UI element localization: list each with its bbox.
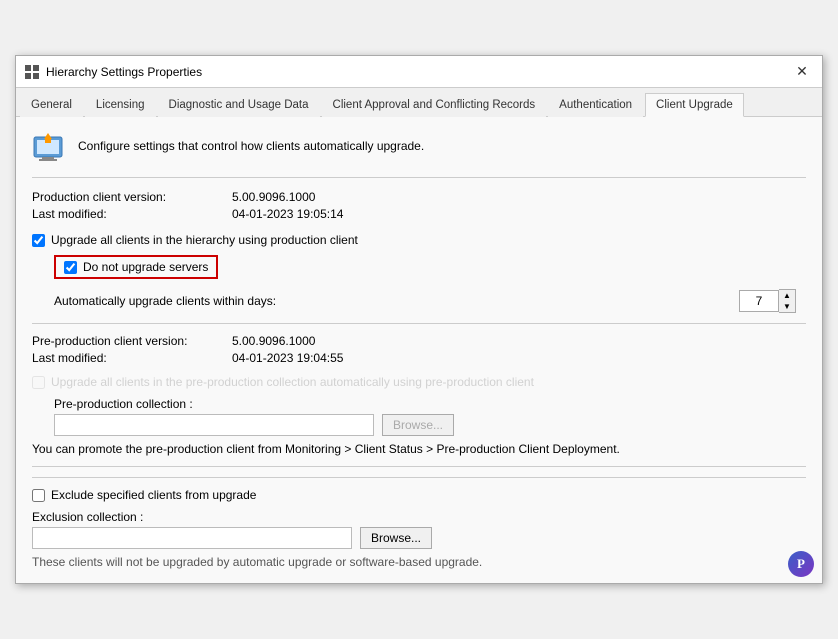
preprod-collection-label: Pre-production collection : [54,397,806,411]
exclude-section: Exclude specified clients from upgrade E… [32,477,806,569]
preprod-browse-button[interactable]: Browse... [382,414,454,436]
tab-licensing[interactable]: Licensing [85,93,156,117]
upgrade-all-label[interactable]: Upgrade all clients in the hierarchy usi… [51,233,358,247]
preprod-collection-input-row: Browse... [54,414,806,436]
pre-production-info: Pre-production client version: 5.00.9096… [32,334,806,365]
prod-version-label: Production client version: [32,190,232,204]
content-area: Configure settings that control how clie… [16,117,822,583]
exclusion-input-row: Browse... [32,527,806,549]
divider-1 [32,323,806,324]
exclude-clients-checkbox[interactable] [32,489,45,502]
days-input[interactable] [739,290,779,312]
main-window: Hierarchy Settings Properties ✕ General … [15,55,823,584]
exclusion-browse-button[interactable]: Browse... [360,527,432,549]
preprod-modified-label: Last modified: [32,351,232,365]
auto-upgrade-label: Automatically upgrade clients within day… [54,294,276,308]
preprod-upgrade-label: Upgrade all clients in the pre-productio… [51,375,534,389]
preprod-version-label: Pre-production client version: [32,334,232,348]
upgrade-all-checkbox[interactable] [32,234,45,247]
title-bar: Hierarchy Settings Properties ✕ [16,56,822,88]
spinner-buttons: ▲ ▼ [779,289,796,313]
description-row: Configure settings that control how clie… [32,131,806,178]
divider-2 [32,466,806,467]
exclude-clients-row: Exclude specified clients from upgrade [32,488,806,502]
do-not-upgrade-servers-checkbox[interactable] [64,261,77,274]
spinner-down-button[interactable]: ▼ [779,301,795,312]
tab-client-approval[interactable]: Client Approval and Conflicting Records [322,93,547,117]
prod-modified-label: Last modified: [32,207,232,221]
exclusion-collection-label: Exclusion collection : [32,510,143,524]
patchmypc-logo: P [788,551,814,577]
upgrade-icon [32,131,68,167]
upgrade-all-row: Upgrade all clients in the hierarchy usi… [32,233,806,247]
window-title: Hierarchy Settings Properties [46,65,202,79]
spinner-up-button[interactable]: ▲ [779,290,795,301]
auto-upgrade-row: Automatically upgrade clients within day… [54,289,806,313]
preprod-collection-field: Pre-production collection : Browse... [54,397,806,436]
tab-general[interactable]: General [20,93,83,117]
description-text: Configure settings that control how clie… [78,131,424,153]
do-not-upgrade-servers-row: Do not upgrade servers [54,255,218,279]
days-spinner: ▲ ▼ [739,289,796,313]
preprod-collection-input[interactable] [54,414,374,436]
footer-note: These clients will not be upgraded by au… [32,555,806,569]
tab-diagnostic[interactable]: Diagnostic and Usage Data [158,93,320,117]
prod-version-value: 5.00.9096.1000 [232,190,806,204]
tabs-container: General Licensing Diagnostic and Usage D… [16,88,822,117]
exclusion-collection-input[interactable] [32,527,352,549]
preprod-upgrade-checkbox[interactable] [32,376,45,389]
preprod-modified-value: 04-01-2023 19:04:55 [232,351,806,365]
preprod-upgrade-row: Upgrade all clients in the pre-productio… [32,375,806,389]
prod-modified-value: 04-01-2023 19:05:14 [232,207,806,221]
production-info: Production client version: 5.00.9096.100… [32,190,806,221]
title-bar-left: Hierarchy Settings Properties [24,64,202,80]
exclude-clients-label[interactable]: Exclude specified clients from upgrade [51,488,256,502]
tab-client-upgrade[interactable]: Client Upgrade [645,93,744,117]
do-not-upgrade-servers-label[interactable]: Do not upgrade servers [83,260,208,274]
exclusion-collection-section: Exclusion collection : Browse... [32,510,806,549]
window-icon [24,64,40,80]
preprod-version-value: 5.00.9096.1000 [232,334,806,348]
tab-authentication[interactable]: Authentication [548,93,643,117]
close-button[interactable]: ✕ [790,60,814,84]
note-text: You can promote the pre-production clien… [32,442,806,456]
